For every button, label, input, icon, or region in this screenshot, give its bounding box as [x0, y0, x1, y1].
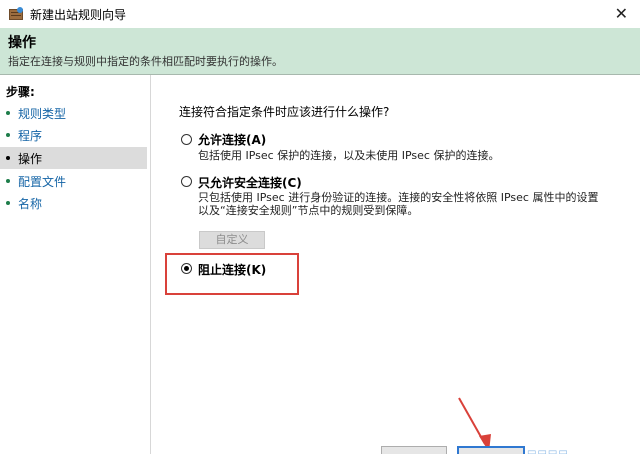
main-panel: 连接符合指定条件时应该进行什么操作? 允许连接(A) 包括使用 IPsec 保护…	[151, 75, 640, 454]
allow-connection-radio[interactable]	[181, 134, 192, 145]
window-title: 新建出站规则向导	[30, 7, 127, 22]
step-bullet-icon	[6, 133, 10, 137]
back-button[interactable]	[381, 446, 447, 454]
step-bullet-icon	[6, 179, 10, 183]
allow-connection-desc: 包括使用 IPsec 保护的连接，以及未使用 IPsec 保护的连接。	[198, 149, 500, 162]
step-action[interactable]: 操作	[0, 147, 147, 169]
watermark-fragment: ▭▭▭▭	[527, 447, 569, 454]
page-title: 操作	[8, 35, 36, 51]
secure-connection-radio[interactable]	[181, 176, 192, 187]
step-label: 操作	[18, 151, 43, 166]
step-program[interactable]: 程序	[0, 124, 147, 146]
step-bullet-icon	[6, 111, 10, 115]
step-bullet-icon	[6, 156, 10, 160]
close-window-icon[interactable]: ✕	[615, 4, 628, 23]
steps-sidebar: 步骤: 规则类型 程序 操作 配置文件 名称	[0, 75, 150, 454]
next-button[interactable]	[457, 446, 525, 454]
step-label: 名称	[18, 196, 43, 211]
step-label: 配置文件	[18, 174, 67, 189]
step-bullet-icon	[6, 201, 10, 205]
page-subtitle: 指定在连接与规则中指定的条件相匹配时要执行的操作。	[8, 55, 283, 68]
title-bar: 新建出站规则向导 ✕	[0, 0, 640, 28]
step-rule-type[interactable]: 规则类型	[0, 102, 147, 124]
step-label: 程序	[18, 128, 43, 143]
annotation-highlight-box	[165, 253, 299, 295]
step-name[interactable]: 名称	[0, 192, 147, 214]
secure-connection-desc-line2: 以及“连接安全规则”节点中的规则受到保障。	[198, 204, 419, 217]
firewall-app-icon	[9, 7, 23, 20]
wizard-header: 操作 指定在连接与规则中指定的条件相匹配时要执行的操作。	[0, 28, 640, 74]
steps-title: 步骤:	[6, 85, 35, 99]
secure-connection-label[interactable]: 只允许安全连接(C)	[198, 174, 302, 191]
customize-button[interactable]: 自定义	[199, 231, 265, 249]
step-label: 规则类型	[18, 106, 67, 121]
action-question: 连接符合指定条件时应该进行什么操作?	[179, 105, 390, 119]
step-profile[interactable]: 配置文件	[0, 170, 147, 192]
allow-connection-label[interactable]: 允许连接(A)	[198, 131, 266, 148]
secure-connection-desc-line1: 只包括使用 IPsec 进行身份验证的连接。连接的安全性将依照 IPsec 属性…	[198, 191, 599, 204]
